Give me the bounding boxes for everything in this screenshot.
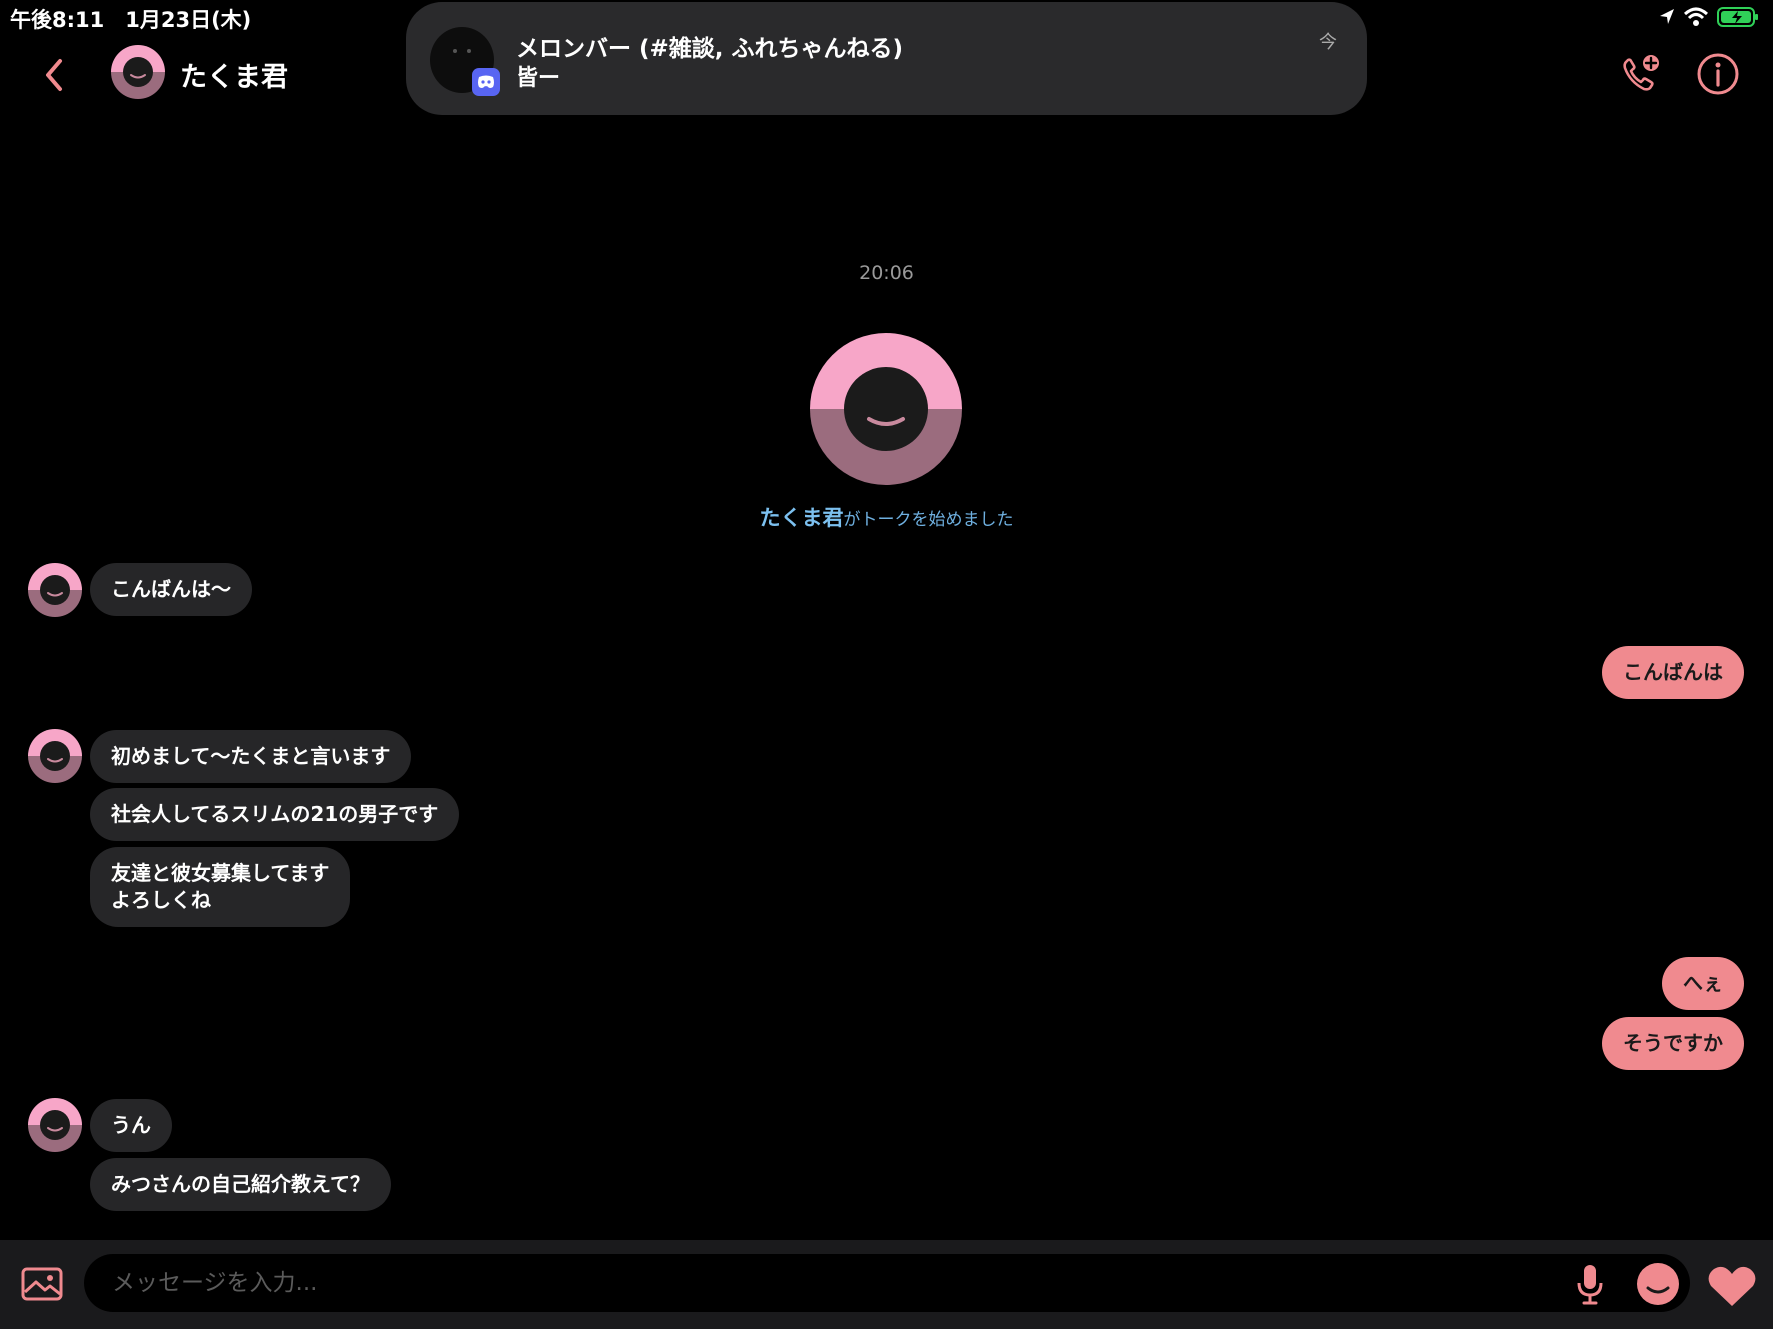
mic-icon[interactable] [1575, 1262, 1605, 1306]
started-text: がトークを始めました [843, 510, 1014, 530]
message-bubble-incoming[interactable]: 友達と彼女募集してます よろしくね [90, 847, 351, 927]
battery-icon [1717, 7, 1758, 27]
avatar[interactable] [111, 45, 165, 99]
avatar[interactable] [28, 729, 82, 783]
notification-time: 今 [1319, 32, 1337, 53]
message-bubble-outgoing[interactable]: そうですか [1602, 1017, 1744, 1070]
avatar[interactable] [28, 1098, 82, 1152]
message-bubble-incoming[interactable]: こんばんは〜 [90, 563, 252, 616]
message-input[interactable] [84, 1254, 1690, 1312]
notification-body: 皆ー [516, 66, 561, 91]
back-chevron-icon[interactable] [40, 55, 70, 95]
info-icon[interactable] [1696, 52, 1740, 96]
profile-avatar-large[interactable] [810, 333, 962, 485]
message-bubble-outgoing[interactable]: へぇ [1662, 957, 1744, 1010]
message-input-bar [0, 1240, 1773, 1329]
chat-timestamp: 20:06 [859, 262, 914, 284]
notification-title: メロンバー (#雑談, ふれちゃんねる) [516, 36, 904, 62]
discord-icon [472, 68, 500, 96]
image-icon[interactable] [20, 1262, 64, 1306]
add-call-icon[interactable] [1618, 52, 1662, 96]
message-bubble-incoming[interactable]: うん [90, 1099, 172, 1152]
heart-icon[interactable] [1706, 1264, 1758, 1308]
started-name-link[interactable]: たくま君 [760, 506, 844, 530]
notification-banner[interactable]: メロンバー (#雑談, ふれちゃんねる) 皆ー 今 [406, 2, 1367, 115]
message-bubble-incoming[interactable]: みつさんの自己紹介教えて？ [90, 1158, 391, 1211]
chat-started-notice: たくま君がトークを始めました [0, 502, 1773, 532]
location-icon [1660, 9, 1674, 24]
status-time: 午後8:11 1月23日(木) [10, 8, 252, 32]
smiley-icon[interactable] [1636, 1262, 1680, 1306]
status-icons [1659, 6, 1761, 28]
wifi-icon [1683, 7, 1709, 26]
message-bubble-incoming[interactable]: 初めまして〜たくまと言います [90, 730, 412, 783]
message-bubble-outgoing[interactable]: こんばんは [1602, 646, 1744, 699]
message-bubble-incoming[interactable]: 社会人してるスリムの21の男子です [90, 788, 460, 841]
avatar[interactable] [28, 563, 82, 617]
header-title: たくま君 [180, 62, 288, 93]
